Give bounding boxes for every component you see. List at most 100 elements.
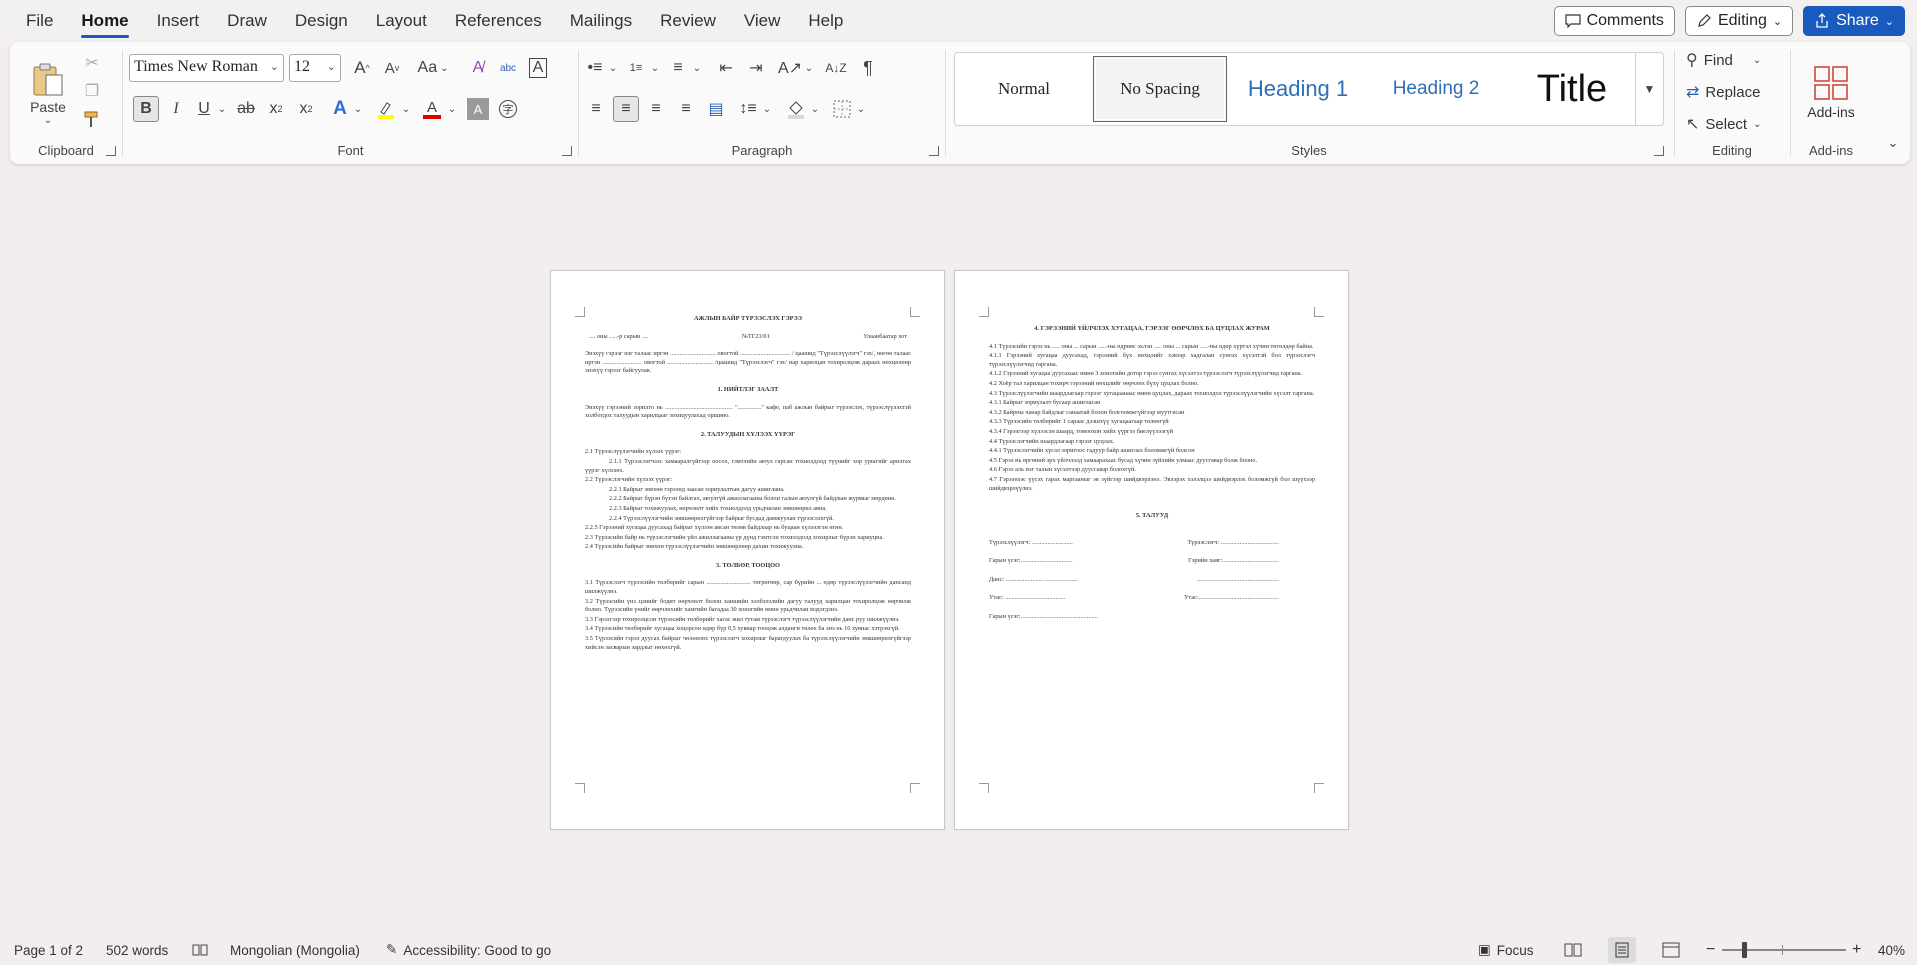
show-paragraph-marks-icon[interactable]: ¶	[855, 56, 881, 80]
character-border-icon[interactable]: A	[525, 56, 551, 80]
section-heading: 4. ГЭРЭЭНИЙ ҮЙЛЧЛЭХ ХУГАЦАА, ГЭРЭЭГ ӨӨРЧ…	[1034, 325, 1270, 332]
character-shading-icon[interactable]: A	[467, 98, 489, 120]
strikethrough-button[interactable]: ab	[233, 96, 259, 122]
clause: 3.4 Түрээсийн төлбөрийг хугацаа хоцорсон…	[585, 625, 900, 633]
text-direction-icon[interactable]: A↗	[777, 56, 803, 80]
chevron-down-icon[interactable]: ⌄	[351, 96, 365, 122]
align-left-icon[interactable]: ≡	[583, 96, 609, 122]
style-normal[interactable]: Normal	[959, 56, 1089, 122]
multilevel-list-icon[interactable]: ≡	[665, 56, 691, 80]
sort-icon[interactable]: A↓Z	[823, 56, 849, 80]
chevron-down-icon[interactable]: ⌄	[809, 96, 821, 122]
tab-review[interactable]: Review	[646, 0, 730, 42]
search-icon: ⚲	[1686, 52, 1698, 69]
chevron-down-icon[interactable]: ⌄	[607, 56, 619, 80]
tab-insert[interactable]: Insert	[143, 0, 214, 42]
web-layout-icon[interactable]	[1662, 935, 1680, 965]
bold-button[interactable]: B	[133, 96, 159, 122]
tab-home[interactable]: Home	[67, 0, 142, 42]
italic-button[interactable]: I	[163, 96, 189, 122]
tab-layout[interactable]: Layout	[362, 0, 441, 42]
style-title[interactable]: Title	[1507, 56, 1637, 122]
text-effects-icon[interactable]: A	[327, 96, 353, 122]
styles-launcher-icon[interactable]	[1654, 146, 1664, 156]
clear-formatting-icon[interactable]: A̸	[465, 56, 491, 80]
tab-help[interactable]: Help	[794, 0, 857, 42]
paste-button[interactable]: Paste ⌄	[26, 48, 70, 138]
zoom-level[interactable]: 40%	[1878, 935, 1905, 965]
chevron-down-icon[interactable]: ⌄	[399, 96, 413, 122]
chevron-down-icon[interactable]: ⌄	[445, 96, 459, 122]
distributed-icon[interactable]: ▤	[703, 96, 729, 122]
cut-icon[interactable]: ✂	[80, 52, 104, 74]
print-layout-icon[interactable]	[1608, 937, 1636, 963]
format-painter-icon[interactable]	[80, 108, 104, 130]
style-heading-2[interactable]: Heading 2	[1369, 56, 1503, 122]
tab-draw[interactable]: Draw	[213, 0, 281, 42]
shading-icon[interactable]	[783, 96, 809, 122]
bullets-icon[interactable]: •≡	[583, 56, 607, 80]
style-heading-1[interactable]: Heading 1	[1231, 56, 1365, 122]
increase-indent-icon[interactable]: ⇥	[743, 56, 769, 80]
chevron-down-icon[interactable]: ⌄	[215, 96, 229, 122]
grow-font-icon[interactable]: A ^	[349, 56, 375, 80]
underline-button[interactable]: U	[191, 96, 217, 122]
style-no-spacing[interactable]: No Spacing	[1093, 56, 1227, 122]
tab-file[interactable]: File	[0, 0, 67, 42]
contract-city: Улаанбаатар хот	[863, 332, 907, 340]
paragraph-launcher-icon[interactable]	[929, 146, 939, 156]
zoom-slider-thumb[interactable]	[1742, 942, 1747, 958]
clipboard-launcher-icon[interactable]	[106, 146, 116, 156]
align-center-icon[interactable]: ≡	[613, 96, 639, 122]
justify-icon[interactable]: ≡	[673, 96, 699, 122]
accessibility-indicator[interactable]: ✎ Accessibility: Good to go	[386, 935, 551, 965]
numbering-icon[interactable]: 1≡	[623, 56, 649, 80]
addins-button[interactable]: Add-ins	[1796, 48, 1866, 138]
collapse-ribbon-icon[interactable]: ⌄	[1884, 134, 1902, 152]
font-launcher-icon[interactable]	[562, 146, 572, 156]
chevron-down-icon[interactable]: ⌄	[855, 96, 867, 122]
line-spacing-icon[interactable]: ↕≡	[735, 96, 761, 122]
document-page-2[interactable]: 4. ГЭРЭЭНИЙ ҮЙЛЧЛЭХ ХУГАЦАА, ГЭРЭЭГ ӨӨРЧ…	[954, 270, 1349, 830]
highlight-color-icon[interactable]	[373, 96, 399, 122]
align-right-icon[interactable]: ≡	[643, 96, 669, 122]
copy-icon[interactable]: ❐	[80, 80, 104, 102]
chevron-down-icon[interactable]: ⌄	[649, 56, 661, 80]
font-size-select[interactable]: 12 ⌄	[289, 54, 341, 82]
superscript-button[interactable]: x2	[293, 96, 319, 122]
tab-references[interactable]: References	[441, 0, 556, 42]
proofing-icon[interactable]	[192, 935, 208, 965]
font-color-icon[interactable]: A	[419, 96, 445, 122]
chevron-down-icon[interactable]: ⌄	[691, 56, 703, 80]
focus-button[interactable]: ▣ Focus	[1478, 935, 1534, 965]
clause: 2.1.1 Түрээслэгчээс хамааралгүйгээр оосо…	[585, 457, 911, 474]
chevron-down-icon[interactable]: ⌄	[761, 96, 773, 122]
subscript-button[interactable]: x2	[263, 96, 289, 122]
chevron-down-icon[interactable]: ⌄	[803, 56, 815, 80]
comments-button[interactable]: Comments	[1553, 6, 1675, 36]
select-button[interactable]: ↖ Select ⌄	[1686, 112, 1778, 136]
find-button[interactable]: ⚲ Find ⌄	[1686, 48, 1778, 72]
zoom-slider[interactable]	[1722, 935, 1846, 965]
document-page-1[interactable]: АЖЛЫН БАЙР ТҮРЭЭСЛЭХ ГЭРЭЭ .... оны ....…	[550, 270, 945, 830]
zoom-out-icon[interactable]: −	[1706, 935, 1715, 965]
enclose-characters-icon[interactable]: 字	[495, 96, 521, 122]
editing-mode-button[interactable]: Editing ⌄	[1684, 6, 1794, 36]
tab-view[interactable]: View	[730, 0, 795, 42]
replace-button[interactable]: ⇄ Replace	[1686, 80, 1778, 104]
share-button[interactable]: Share ⌄	[1803, 6, 1905, 36]
tab-mailings[interactable]: Mailings	[556, 0, 646, 42]
decrease-indent-icon[interactable]: ⇤	[713, 56, 739, 80]
change-case-button[interactable]: Aa ⌄	[413, 56, 453, 80]
shrink-font-icon[interactable]: Av	[379, 56, 405, 80]
page-count[interactable]: Page 1 of 2	[14, 935, 83, 965]
zoom-in-icon[interactable]: +	[1852, 935, 1861, 965]
font-name-select[interactable]: Times New Roman ⌄	[129, 54, 284, 82]
word-count[interactable]: 502 words	[106, 935, 168, 965]
styles-more-button[interactable]: ▼	[1635, 53, 1663, 125]
phonetic-guide-icon[interactable]: abc	[495, 56, 521, 80]
read-mode-icon[interactable]	[1564, 935, 1582, 965]
tab-design[interactable]: Design	[281, 0, 362, 42]
borders-icon[interactable]	[829, 96, 855, 122]
language-indicator[interactable]: Mongolian (Mongolia)	[230, 935, 360, 965]
